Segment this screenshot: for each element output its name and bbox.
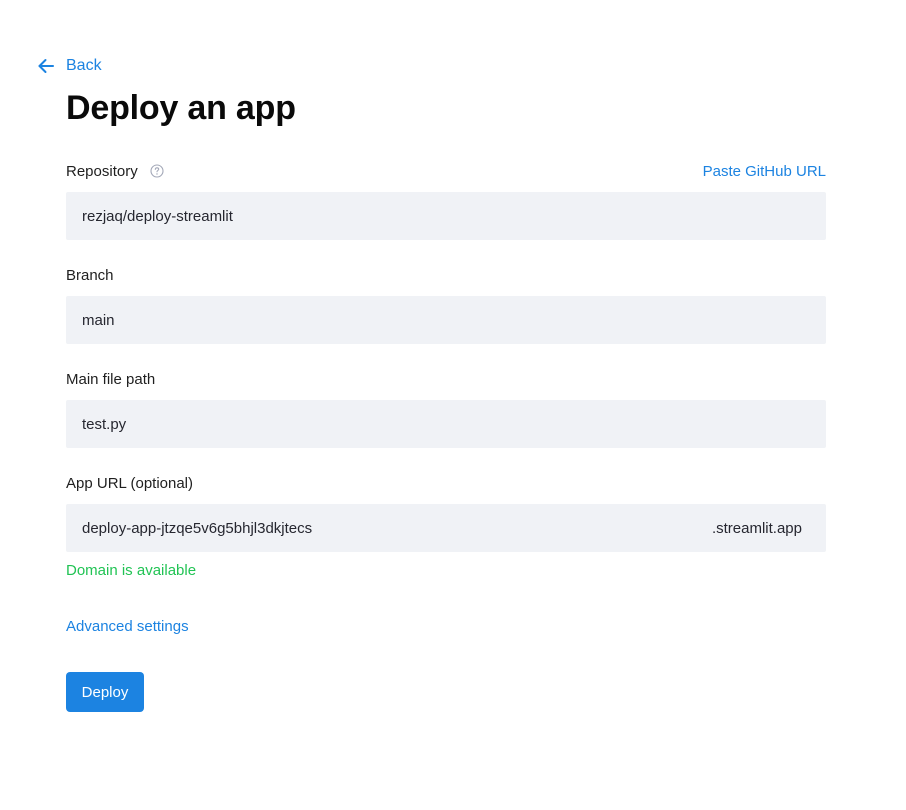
repository-input-value[interactable]: rezjaq/deploy-streamlit — [82, 208, 233, 225]
branch-label-row: Branch — [66, 264, 826, 286]
branch-input-value[interactable]: main — [82, 312, 115, 329]
main-file-path-input-value[interactable]: test.py — [82, 416, 126, 433]
domain-status-text: Domain is available — [66, 562, 197, 579]
deploy-button[interactable]: Deploy — [66, 672, 144, 712]
question-circle-icon[interactable] — [150, 164, 164, 178]
app-url-input[interactable]: deploy-app-jtzqe5v6g5bhjl3dkjtecs .strea… — [66, 504, 826, 552]
repository-label: Repository — [66, 162, 138, 180]
main-file-path-label-row: Main file path — [66, 368, 826, 390]
repository-label-row: Repository Paste GitHub URL — [66, 160, 826, 182]
app-url-label: App URL (optional) — [66, 474, 194, 492]
back-link[interactable]: Back — [36, 54, 102, 78]
deploy-page: Back Deploy an app Repository Paste GitH… — [0, 0, 906, 810]
paste-github-url-link[interactable]: Paste GitHub URL — [703, 163, 826, 180]
advanced-settings-link[interactable]: Advanced settings — [66, 618, 189, 635]
branch-label: Branch — [66, 266, 114, 284]
app-url-domain-suffix: .streamlit.app — [711, 519, 802, 537]
back-label[interactable]: Back — [66, 57, 102, 75]
arrow-left-icon — [36, 56, 56, 76]
app-url-input-value[interactable]: deploy-app-jtzqe5v6g5bhjl3dkjtecs — [82, 520, 312, 537]
page-title: Deploy an app — [66, 89, 296, 127]
main-file-path-label: Main file path — [66, 370, 156, 388]
branch-field: Branch main — [66, 264, 826, 344]
main-file-path-field: Main file path test.py — [66, 368, 826, 448]
branch-input[interactable]: main — [66, 296, 826, 344]
app-url-label-row: App URL (optional) — [66, 472, 826, 494]
app-url-field: App URL (optional) deploy-app-jtzqe5v6g5… — [66, 472, 826, 552]
repository-field: Repository Paste GitHub URL rezjaq/deplo… — [66, 160, 826, 240]
repository-input[interactable]: rezjaq/deploy-streamlit — [66, 192, 826, 240]
main-file-path-input[interactable]: test.py — [66, 400, 826, 448]
